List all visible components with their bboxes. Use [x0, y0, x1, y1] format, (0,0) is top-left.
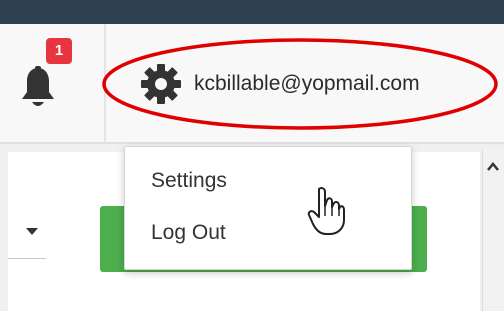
hand-pointer-cursor-icon: [307, 187, 345, 235]
dropdown-caret-icon[interactable]: [26, 228, 38, 235]
menu-item-settings[interactable]: Settings: [151, 169, 227, 193]
notification-count-badge: 1: [46, 38, 72, 64]
select-underline: [8, 258, 46, 259]
menu-item-log-out[interactable]: Log Out: [151, 221, 226, 245]
scroll-up-arrow-icon[interactable]: [486, 160, 500, 174]
header-divider: [104, 24, 106, 142]
gear-icon: [141, 64, 181, 104]
vertical-scrollbar[interactable]: [482, 150, 504, 311]
user-account-menu[interactable]: kcbillable@yopmail.com: [140, 60, 420, 108]
user-dropdown-menu: Settings Log Out: [124, 146, 412, 270]
bell-icon[interactable]: [18, 66, 58, 110]
user-email[interactable]: kcbillable@yopmail.com: [194, 72, 420, 96]
top-navigation-bar: [0, 0, 504, 24]
